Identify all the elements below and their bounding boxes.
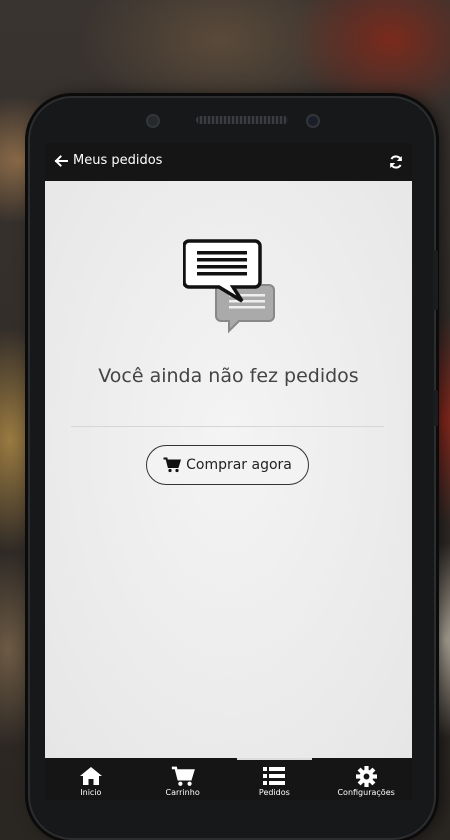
volume-button [433,250,438,310]
gear-icon [355,765,377,787]
divider [71,426,384,427]
refresh-icon[interactable] [388,154,404,170]
nav-label: Carrinho [165,788,200,797]
list-icon [263,767,286,785]
nav-label: Inicio [80,788,102,797]
nav-item-configuracoes[interactable]: Configurações [320,758,412,800]
empty-orders-state: Você ainda não fez pedidos Comprar agora [45,181,412,758]
front-sensor [146,114,160,128]
buy-now-button[interactable]: Comprar agora [146,445,309,485]
nav-item-pedidos[interactable]: Pedidos [229,758,321,800]
nav-label: Configurações [337,788,395,797]
page-title: Meus pedidos [73,153,163,168]
bottom-nav: Inicio Carrinho Pedidos Configurações [45,758,412,800]
home-icon [79,767,102,785]
nav-item-inicio[interactable]: Inicio [45,758,137,800]
empty-message: Você ainda não fez pedidos [98,365,359,387]
cart-icon [171,766,195,786]
chat-bubbles-icon [183,239,275,334]
nav-item-carrinho[interactable]: Carrinho [137,758,229,800]
app-screen: Meus pedidos Você ainda não fez pedidos [45,143,412,800]
nav-label: Pedidos [258,788,290,797]
app-bar: Meus pedidos [45,143,412,181]
power-button [433,390,438,426]
earpiece-speaker [196,116,288,124]
front-camera [306,114,320,128]
cart-icon [163,457,182,473]
buy-now-label: Comprar agora [186,457,292,473]
arrow-left-icon[interactable] [53,153,69,169]
